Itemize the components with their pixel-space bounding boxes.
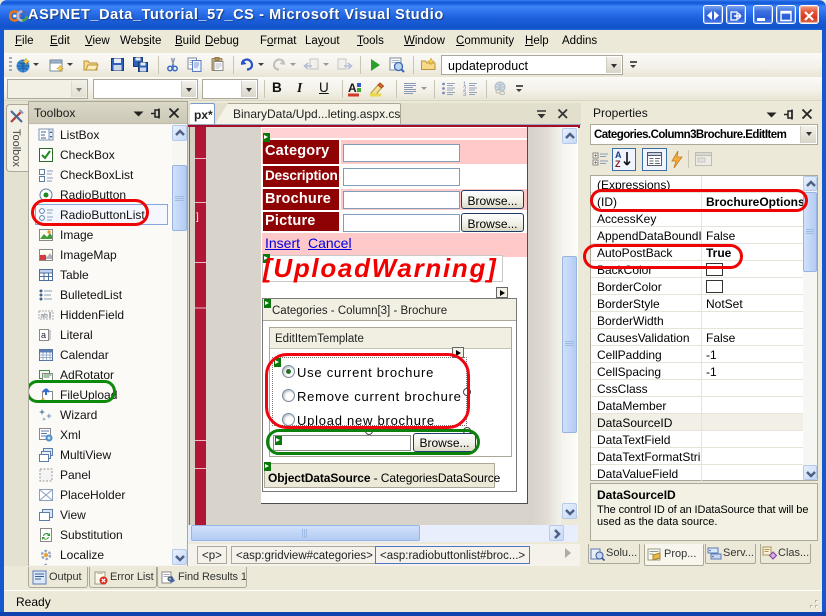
svg-text:ab: ab [41, 313, 49, 320]
svg-text:Z: Z [615, 159, 621, 169]
svg-text:A: A [348, 81, 357, 95]
svg-text:3: 3 [463, 92, 467, 98]
svg-text:+: + [594, 154, 598, 160]
svg-text:a: a [41, 330, 46, 340]
svg-text:+: + [594, 161, 598, 167]
